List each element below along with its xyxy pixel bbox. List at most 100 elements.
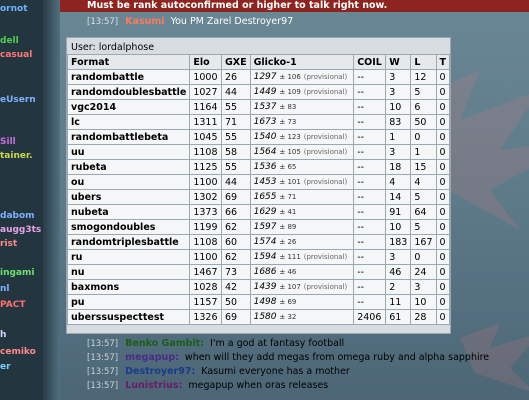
- losses-cell: 0: [410, 129, 437, 145]
- glicko-value: 1540: [253, 131, 277, 142]
- losses-cell: 0: [410, 249, 437, 265]
- glicko-deviation: ± 26: [279, 237, 297, 246]
- table-row: uberssuspecttest 1326 69 1580 ± 32 2406 61 28 0: [66, 309, 450, 325]
- userlist-item[interactable]: casual: [0, 50, 32, 60]
- chat-username[interactable]: Kasumi: [125, 16, 164, 27]
- elo-cell: 1100: [189, 249, 222, 265]
- coil-cell: --: [353, 99, 387, 115]
- gxe-cell: 66: [220, 204, 251, 220]
- ties-cell: 0: [435, 69, 450, 85]
- format-cell: baxmons: [66, 279, 191, 295]
- pm-notice-text: You PM Zarel Destroyer97: [170, 16, 294, 27]
- userlist-item[interactable]: Sill: [0, 137, 16, 147]
- wins-cell: 10: [385, 99, 412, 115]
- glicko-value: 1536: [253, 161, 277, 172]
- column-header-elo: Elo: [189, 54, 222, 70]
- format-cell: randomdoublesbattle: [66, 84, 191, 100]
- glicko-cell: 1537 ± 83: [249, 99, 355, 115]
- gxe-cell: 69: [220, 189, 251, 205]
- format-cell: randombattlebeta: [66, 129, 191, 145]
- userlist-item[interactable]: ornot: [0, 4, 28, 14]
- ties-cell: 0: [435, 84, 450, 100]
- wins-cell: 3: [385, 249, 412, 265]
- coil-cell: --: [353, 114, 387, 130]
- glicko-deviation: ± 101: [279, 177, 301, 186]
- column-header-losses: L: [410, 54, 437, 70]
- column-header-ties: T: [435, 54, 450, 70]
- userlist-item[interactable]: dell: [0, 36, 19, 46]
- elo-cell: 1467: [189, 264, 222, 280]
- userlist-item[interactable]: PACT: [0, 300, 25, 310]
- userlist-item[interactable]: ingami: [0, 268, 34, 278]
- coil-cell: --: [353, 264, 387, 280]
- pane-divider[interactable]: [43, 0, 60, 400]
- glicko-cell: 1686 ± 46: [249, 264, 355, 280]
- elo-cell: 1326: [189, 309, 222, 325]
- glicko-cell: 1564 ± 105 (provisional): [249, 144, 355, 160]
- timestamp: [13:57]: [87, 353, 119, 363]
- chat-message: [13:57] Destroyer97: Kasumi everyone has…: [87, 366, 350, 377]
- chat-username[interactable]: Destroyer97:: [125, 366, 195, 377]
- timestamp: [13:57]: [87, 17, 119, 27]
- gxe-cell: 69: [220, 309, 251, 325]
- ties-cell: 0: [435, 279, 450, 295]
- chat-message: [13:57] Lunistrius: megapup when oras re…: [87, 380, 328, 391]
- column-header-glicko: Glicko-1: [249, 54, 355, 70]
- glicko-deviation: ± 41: [279, 207, 297, 216]
- userlist-item[interactable]: cemiko: [0, 347, 36, 357]
- userlist-item[interactable]: tainer.: [0, 151, 33, 161]
- gxe-cell: 55: [220, 129, 251, 145]
- wins-cell: 183: [385, 234, 412, 250]
- glicko-deviation: ± 65: [279, 162, 297, 171]
- userlist-item[interactable]: er: [0, 362, 11, 372]
- table-row: vgc2014 1164 55 1537 ± 83 -- 10 6 0: [66, 99, 450, 115]
- ranking-username: User: lordalphose: [71, 42, 155, 53]
- glicko-value: 1453: [253, 176, 277, 187]
- glicko-deviation: ± 73: [279, 117, 297, 126]
- gxe-cell: 73: [220, 264, 251, 280]
- losses-cell: 24: [410, 264, 437, 280]
- losses-cell: 167: [410, 234, 437, 250]
- glicko-value: 1574: [253, 236, 277, 247]
- elo-cell: 1164: [189, 99, 222, 115]
- glicko-cell: 1297 ± 106 (provisional): [249, 69, 355, 85]
- elo-cell: 1125: [189, 159, 222, 175]
- chat-username[interactable]: Benko Gambit:: [125, 338, 204, 349]
- userlist-item[interactable]: eUsern: [0, 95, 36, 105]
- coil-cell: --: [353, 204, 387, 220]
- provisional-label: (provisional): [303, 87, 348, 96]
- gxe-cell: 55: [220, 159, 251, 175]
- glicko-cell: 1580 ± 32: [249, 309, 355, 325]
- glicko-cell: 1574 ± 26: [249, 234, 355, 250]
- format-cell: pu: [66, 294, 191, 310]
- format-cell: uberssuspecttest: [66, 309, 191, 325]
- glicko-value: 1594: [253, 251, 277, 262]
- glicko-cell: 1536 ± 65: [249, 159, 355, 175]
- userlist-item[interactable]: augg3ts: [0, 225, 41, 235]
- chat-message: [13:57] megapup: when will they add mega…: [87, 352, 489, 363]
- userlist-item[interactable]: nl: [0, 284, 10, 294]
- ties-cell: 0: [435, 294, 450, 310]
- provisional-label: (provisional): [303, 132, 348, 141]
- glicko-deviation: ± 32: [279, 312, 297, 321]
- ties-cell: 0: [435, 234, 450, 250]
- glicko-cell: 1439 ± 107 (provisional): [249, 279, 355, 295]
- table-row: nu 1467 73 1686 ± 46 -- 46 24 0: [66, 264, 450, 280]
- gxe-cell: 62: [220, 219, 251, 235]
- chat-message-text: when will they add megas from omega ruby…: [184, 352, 490, 363]
- userlist-item[interactable]: dabom: [0, 211, 35, 221]
- chat-username[interactable]: megapup:: [125, 352, 179, 363]
- gxe-cell: 42: [220, 279, 251, 295]
- table-row: ru 1100 62 1594 ± 111 (provisional) -- 3 0 0: [66, 249, 450, 265]
- timestamp: [13:57]: [87, 339, 119, 349]
- userlist-item[interactable]: rist: [0, 239, 17, 249]
- gxe-cell: 44: [220, 174, 251, 190]
- losses-cell: 64: [410, 204, 437, 220]
- glicko-deviation: ± 105: [279, 147, 301, 156]
- table-row: pu 1157 50 1498 ± 69 -- 11 10 0: [66, 294, 450, 310]
- pm-notice: [13:57] Kasumi You PM Zarel Destroyer97: [87, 16, 293, 27]
- glicko-deviation: ± 109: [279, 87, 301, 96]
- chat-username[interactable]: Lunistrius:: [125, 380, 182, 391]
- wins-cell: 14: [385, 189, 412, 205]
- userlist-item[interactable]: h: [0, 330, 6, 340]
